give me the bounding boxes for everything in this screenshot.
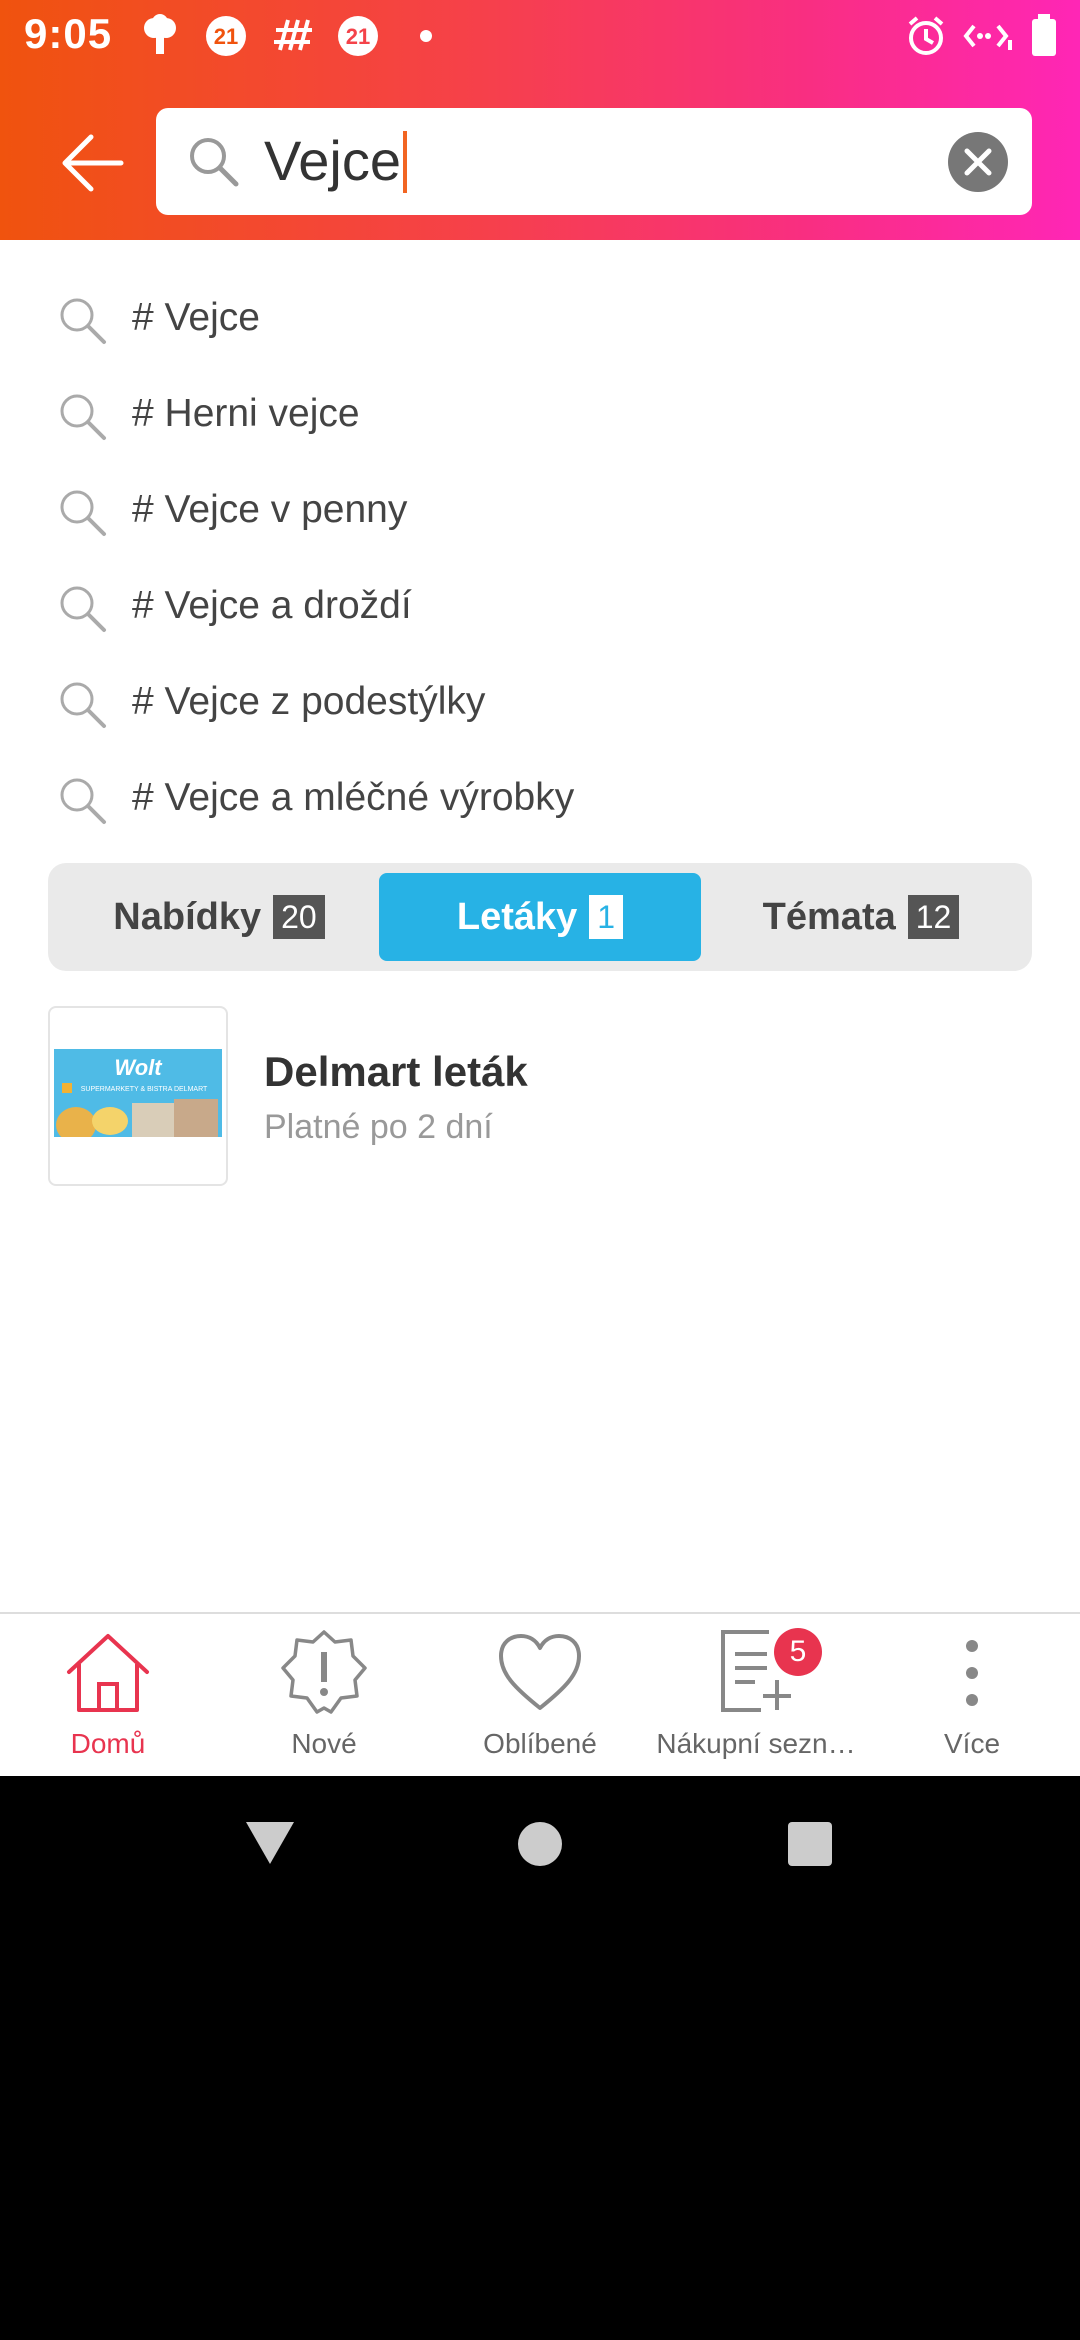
status-bar: 9:05 21 21	[0, 0, 1080, 74]
svg-text:21: 21	[346, 24, 370, 49]
suggestion-item[interactable]: # Herni vejce	[0, 366, 1080, 462]
clear-search-button[interactable]	[948, 132, 1008, 192]
search-icon	[60, 682, 106, 728]
tab-count: 12	[907, 895, 960, 939]
result-tabs: Nabídky 20 Letáky 1 Témata 12	[48, 863, 1032, 971]
more-vertical-icon	[966, 1640, 978, 1706]
nav-label: Oblíbené	[483, 1728, 597, 1759]
search-icon	[190, 138, 239, 187]
cloud-icon	[144, 14, 176, 54]
nav-label: Více	[943, 1728, 1001, 1759]
tab-label: Letáky	[456, 895, 578, 938]
system-back-button[interactable]	[244, 1818, 296, 1866]
search-field[interactable]: Vejce	[156, 108, 1032, 215]
leaflet-thumbnail: Wolt SUPERMARKETY & BISTRA DELMART	[48, 1006, 228, 1186]
search-icon	[60, 586, 106, 632]
nav-label: Nové	[291, 1728, 357, 1759]
nav-new[interactable]: Nové	[216, 1614, 432, 1776]
app-screen: 9:05 21 21 Vejce # Vejce # Herni vejce #…	[0, 0, 1080, 1776]
suggestion-label: # Vejce a mléčné výrobky	[132, 776, 575, 819]
suggestion-list: # Vejce # Herni vejce # Vejce v penny # …	[0, 270, 1080, 846]
home-icon	[67, 1634, 149, 1712]
badge-21-icon: 21	[338, 16, 378, 56]
nav-home[interactable]: Domů	[0, 1614, 216, 1776]
svg-text:SUPERMARKETY & BISTRA DELMART: SUPERMARKETY & BISTRA DELMART	[81, 1086, 208, 1093]
arrow-left-icon	[62, 134, 124, 192]
search-value: Vejce	[264, 129, 401, 192]
tab-label: Témata	[762, 895, 896, 938]
nav-label: Domů	[70, 1728, 146, 1759]
suggestion-item[interactable]: # Vejce v penny	[0, 462, 1080, 558]
system-navigation-bar	[0, 1776, 1080, 1926]
tab-leaflets[interactable]: Letáky 1	[379, 873, 701, 961]
tab-label: Nabídky	[113, 895, 262, 938]
leaflet-title: Delmart leták	[264, 1048, 528, 1095]
heart-icon	[499, 1634, 581, 1710]
tab-topics[interactable]: Témata 12	[700, 873, 1022, 961]
nav-more[interactable]: Více	[864, 1614, 1080, 1776]
tab-offers[interactable]: Nabídky 20	[58, 873, 380, 961]
new-badge-icon	[281, 1630, 367, 1714]
svg-text:21: 21	[214, 24, 238, 49]
text-cursor	[403, 131, 407, 194]
suggestion-label: # Vejce z podestýlky	[132, 680, 486, 723]
search-input[interactable]: Vejce	[264, 128, 407, 194]
hashtag-icon	[274, 19, 312, 51]
badge-21-icon: 21	[206, 16, 246, 56]
nav-label: Nákupní sezn…	[656, 1728, 856, 1759]
suggestion-label: # Vejce	[132, 296, 260, 339]
search-icon	[60, 298, 106, 344]
bottom-navigation: Domů Nové Oblíbené 5 Nákupní sezn… Více	[0, 1612, 1080, 1776]
close-icon	[964, 148, 992, 176]
search-icon	[60, 394, 106, 440]
suggestion-label: # Herni vejce	[132, 392, 360, 435]
shopping-list-badge: 5	[774, 1628, 822, 1676]
suggestion-item[interactable]: # Vejce a droždí	[0, 558, 1080, 654]
back-button[interactable]	[50, 120, 136, 206]
header: 9:05 21 21 Vejce	[0, 0, 1080, 240]
status-time: 9:05	[24, 10, 113, 57]
tab-count: 20	[273, 895, 325, 939]
search-icon	[60, 490, 106, 536]
leaflet-result-item[interactable]: Wolt SUPERMARKETY & BISTRA DELMART Delma…	[48, 1006, 1032, 1186]
leaflet-validity: Platné po 2 dní	[264, 1108, 493, 1146]
suggestion-label: # Vejce a droždí	[132, 584, 412, 627]
system-recents-button[interactable]	[786, 1820, 834, 1868]
suggestion-label: # Vejce v penny	[132, 488, 408, 531]
tab-count: 1	[589, 895, 624, 939]
leaflet-cover-graphic: Wolt SUPERMARKETY & BISTRA DELMART	[54, 1049, 222, 1145]
suggestion-item[interactable]: # Vejce z podestýlky	[0, 654, 1080, 750]
dot-icon	[420, 30, 432, 42]
data-icon	[963, 24, 1012, 50]
nav-favorites[interactable]: Oblíbené	[432, 1614, 648, 1776]
suggestion-item[interactable]: # Vejce	[0, 270, 1080, 366]
system-home-button[interactable]	[516, 1820, 564, 1868]
svg-text:Wolt: Wolt	[114, 1055, 163, 1080]
leaflet-cover-image: Wolt SUPERMARKETY & BISTRA DELMART	[54, 1049, 222, 1145]
alarm-icon	[908, 16, 944, 55]
suggestion-item[interactable]: # Vejce a mléčné výrobky	[0, 750, 1080, 846]
search-icon	[60, 778, 106, 824]
nav-shopping-list[interactable]: 5 Nákupní sezn…	[648, 1614, 864, 1776]
battery-icon	[1032, 14, 1056, 56]
